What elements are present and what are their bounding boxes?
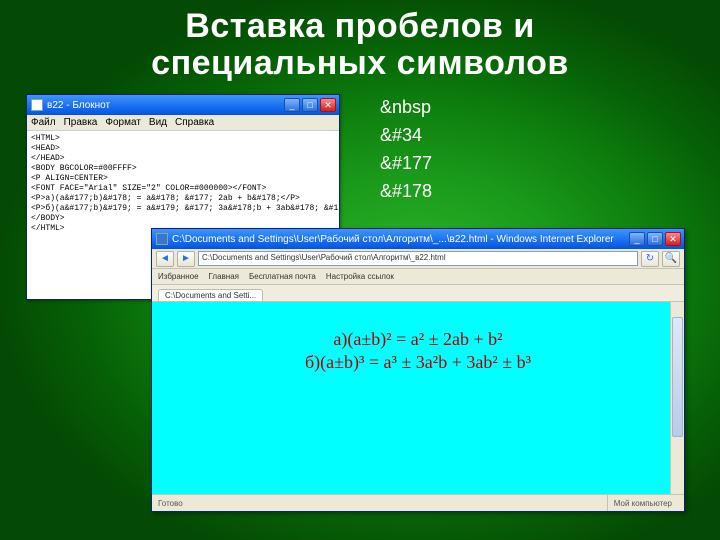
formula-line-1: а)(a±b)² = a² ± 2ab + b² [305,328,531,351]
favorites-label[interactable]: Избранное [158,272,199,281]
ie-title-text: C:\Documents and Settings\User\Рабочий с… [172,234,629,245]
rendered-formula: а)(a±b)² = a² ± 2ab + b² б)(a±b)³ = a³ ±… [305,328,531,375]
notepad-titlebar[interactable]: в22 - Блокнот _ □ ✕ [27,95,339,115]
slide-title: Вставка пробелов и специальных символов [0,0,720,89]
ie-viewport: а)(a±b)² = a² ± 2ab + b² б)(a±b)³ = a³ ±… [152,302,684,494]
ie-nav-toolbar: ◄ ► C:\Documents and Settings\User\Рабоч… [152,249,684,269]
html-entity-list: &nbsp &#34 &#177 &#178 [380,94,432,206]
status-text: Готово [158,499,183,508]
formula-line-2: б)(a±b)³ = a³ ± 3a²b + 3ab² ± b³ [305,351,531,374]
status-zone: Мой компьютер [607,495,678,511]
link-mail[interactable]: Бесплатная почта [249,272,316,281]
forward-button[interactable]: ► [177,251,195,267]
maximize-button[interactable]: □ [647,232,663,246]
search-button[interactable]: 🔍 [662,251,680,267]
menu-help[interactable]: Справка [175,117,214,128]
ie-window: C:\Documents and Settings\User\Рабочий с… [151,228,685,512]
title-line-1: Вставка пробелов и [185,7,534,45]
menu-edit[interactable]: Правка [64,117,98,128]
entity-178: &#178 [380,178,432,206]
link-config[interactable]: Настройка ссылок [326,272,394,281]
link-home[interactable]: Главная [209,272,239,281]
menu-file[interactable]: Файл [31,117,56,128]
maximize-button[interactable]: □ [302,98,318,112]
ie-tabstrip: C:\Documents and Setti... [152,285,684,302]
ie-titlebar[interactable]: C:\Documents and Settings\User\Рабочий с… [152,229,684,249]
close-button[interactable]: ✕ [665,232,681,246]
ie-links-bar: Избранное Главная Бесплатная почта Настр… [152,269,684,285]
menu-view[interactable]: Вид [149,117,167,128]
scrollbar-thumb[interactable] [672,317,683,437]
title-line-2: специальных символов [151,44,569,82]
menu-format[interactable]: Формат [105,117,141,128]
ie-icon [156,233,168,245]
notepad-menubar: Файл Правка Формат Вид Справка [27,115,339,131]
notepad-icon [31,99,43,111]
entity-34: &#34 [380,122,432,150]
vertical-scrollbar[interactable] [670,302,684,494]
address-bar[interactable]: C:\Documents and Settings\User\Рабочий с… [198,251,638,266]
back-button[interactable]: ◄ [156,251,174,267]
notepad-title-text: в22 - Блокнот [47,100,284,111]
refresh-button[interactable]: ↻ [641,251,659,267]
minimize-button[interactable]: _ [284,98,300,112]
ie-statusbar: Готово Мой компьютер [152,494,684,511]
ie-tab[interactable]: C:\Documents and Setti... [158,289,263,301]
entity-177: &#177 [380,150,432,178]
entity-nbsp: &nbsp [380,94,432,122]
minimize-button[interactable]: _ [629,232,645,246]
close-button[interactable]: ✕ [320,98,336,112]
